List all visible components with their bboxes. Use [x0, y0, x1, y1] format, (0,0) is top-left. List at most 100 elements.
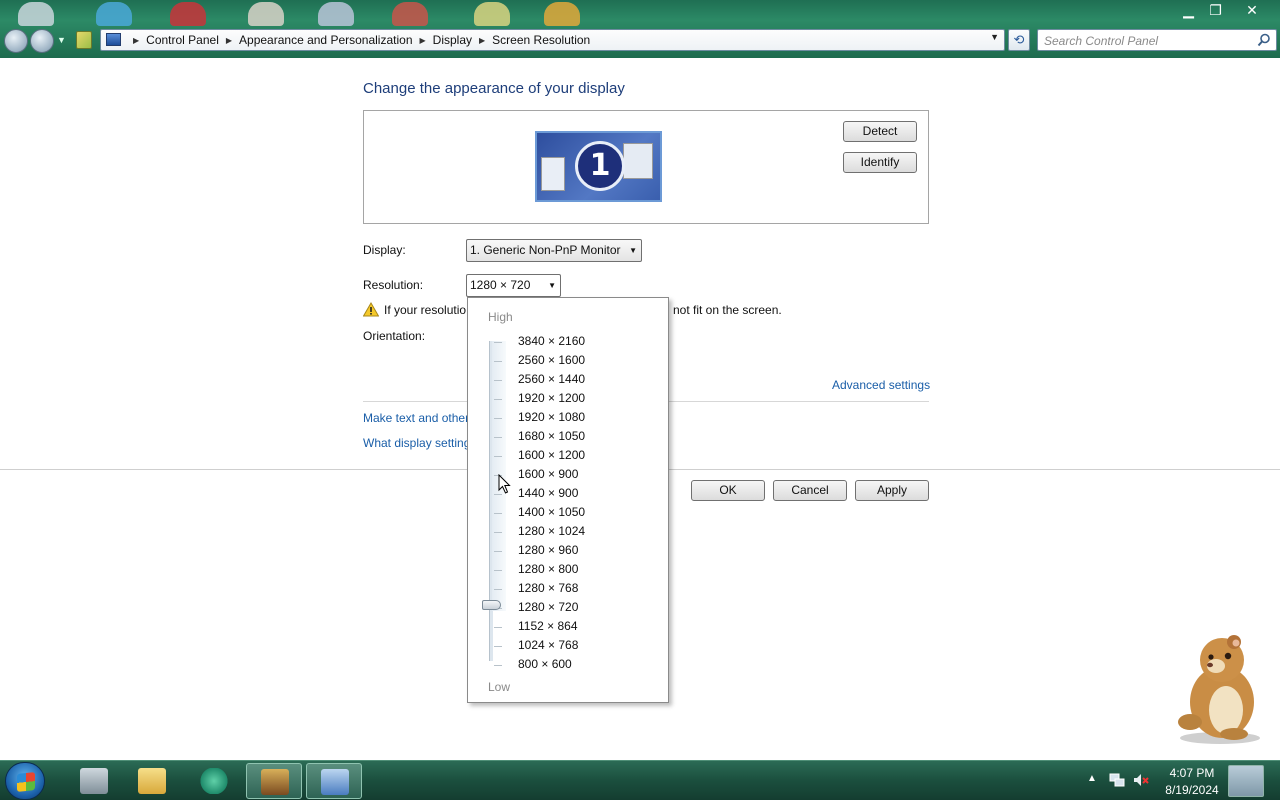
preview-window-icon [623, 143, 653, 179]
close-button[interactable]: ✕ [1229, 0, 1275, 20]
resolution-option[interactable]: 1152 × 864 [518, 619, 578, 633]
show-hidden-icons-icon[interactable]: ▲ [1087, 773, 1097, 784]
monitor-1-icon[interactable]: 1 [535, 131, 662, 202]
resolution-select[interactable]: 1280 × 720 ▼ [466, 274, 561, 297]
maximize-button[interactable]: ❐ [1202, 0, 1229, 20]
display-settings-icon [321, 769, 349, 795]
chevron-down-icon: ▼ [629, 246, 637, 255]
resolution-option[interactable]: 1280 × 768 [518, 581, 578, 595]
breadcrumb-appearance[interactable]: Appearance and Personalization [239, 33, 412, 47]
desktop-icon [474, 2, 510, 26]
chevron-down-icon: ▼ [548, 281, 556, 290]
make-text-larger-link[interactable]: Make text and other [363, 411, 469, 425]
breadcrumb-control-panel[interactable]: Control Panel [146, 33, 219, 47]
address-dropdown-icon[interactable]: ▼ [990, 32, 999, 42]
monitor-preview-area: 1 Detect Identify [363, 110, 929, 224]
display-select-value: 1. Generic Non-PnP Monitor [470, 243, 621, 257]
resolution-option[interactable]: 1600 × 1200 [518, 448, 585, 462]
slider-tick [494, 532, 502, 533]
taskbar-app-explorer[interactable] [124, 763, 180, 799]
back-button[interactable] [4, 29, 28, 53]
display-select[interactable]: 1. Generic Non-PnP Monitor ▼ [466, 239, 642, 262]
forward-button[interactable] [30, 29, 54, 53]
desktop-icon [96, 2, 132, 26]
resolution-select-value: 1280 × 720 [470, 278, 531, 292]
resolution-option[interactable]: 800 × 600 [518, 657, 572, 671]
resolution-label: Resolution: [363, 278, 424, 292]
resolution-option[interactable]: 1400 × 1050 [518, 505, 585, 519]
breadcrumb-arrow-icon[interactable]: ▶ [133, 36, 139, 45]
advanced-settings-link[interactable]: Advanced settings [832, 378, 930, 392]
show-desktop-button[interactable] [1228, 765, 1264, 797]
resolution-option[interactable]: 2560 × 1600 [518, 353, 585, 367]
desktop-icon [18, 2, 54, 26]
warning-icon [363, 302, 379, 317]
clock-date[interactable]: 8/19/2024 [1162, 783, 1222, 797]
minimize-button[interactable]: ▁ [1175, 0, 1202, 20]
detect-button[interactable]: Detect [843, 121, 917, 142]
snake-app-icon [200, 768, 228, 794]
page-title: Change the appearance of your display [363, 80, 625, 97]
slider-high-label: High [488, 310, 513, 324]
window-titlebar: ▁ ❐ ✕ ▼ ▶ Control Panel ▶ Appearance and… [0, 0, 1280, 58]
resolution-option[interactable]: 2560 × 1440 [518, 372, 585, 386]
breadcrumb-display[interactable]: Display [433, 33, 472, 47]
search-placeholder: Search Control Panel [1044, 34, 1159, 48]
resolution-option[interactable]: 1920 × 1080 [518, 410, 585, 424]
cancel-button[interactable]: Cancel [773, 480, 847, 501]
recent-pages-chevron-icon[interactable]: ▼ [57, 35, 66, 45]
clock-time[interactable]: 4:07 PM [1162, 766, 1222, 780]
refresh-icon[interactable]: ⟲ [1008, 29, 1030, 51]
resolution-warning-text: If your resolutio [384, 303, 467, 317]
monitor-number: 1 [575, 141, 625, 191]
slider-tick [494, 570, 502, 571]
computer-tool-icon [80, 768, 108, 794]
orientation-label: Orientation: [363, 329, 426, 343]
resolution-option[interactable]: 1024 × 768 [518, 638, 578, 652]
ok-button[interactable]: OK [691, 480, 765, 501]
desktop-icon [544, 2, 580, 26]
apply-button[interactable]: Apply [855, 480, 929, 501]
control-panel-icon [76, 31, 92, 49]
taskbar-app-screen-resolution[interactable] [306, 763, 362, 799]
resolution-option[interactable]: 3840 × 2160 [518, 334, 585, 348]
slider-tick [494, 494, 502, 495]
breadcrumb-arrow-icon[interactable]: ▶ [479, 36, 485, 45]
hamster-mascot-icon [1178, 635, 1260, 744]
mouse-cursor-icon [498, 474, 511, 494]
search-input[interactable]: Search Control Panel [1037, 29, 1277, 51]
breadcrumb-arrow-icon[interactable]: ▶ [420, 36, 426, 45]
game-box-icon [261, 769, 289, 795]
resolution-slider-thumb[interactable] [482, 600, 501, 610]
resolution-option[interactable]: 1920 × 1200 [518, 391, 585, 405]
slider-tick [494, 437, 502, 438]
volume-muted-icon[interactable] [1132, 771, 1150, 789]
address-bar[interactable]: ▶ Control Panel ▶ Appearance and Persona… [100, 29, 1005, 51]
start-orb-icon[interactable] [5, 762, 45, 800]
search-icon[interactable] [1257, 33, 1271, 47]
windows-logo-icon [17, 772, 35, 792]
resolution-option[interactable]: 1680 × 1050 [518, 429, 585, 443]
breadcrumb-screen-resolution[interactable]: Screen Resolution [492, 33, 590, 47]
slider-tick [494, 627, 502, 628]
slider-tick [494, 665, 502, 666]
taskbar: ▲ 4:07 PM 8/19/2024 [0, 760, 1280, 800]
resolution-option[interactable]: 1280 × 1024 [518, 524, 585, 538]
resolution-option[interactable]: 1280 × 720 [518, 600, 578, 614]
slider-tick [494, 646, 502, 647]
taskbar-app-snake[interactable] [186, 763, 242, 799]
desktop-icon [318, 2, 354, 26]
resolution-option[interactable]: 1600 × 900 [518, 467, 578, 481]
what-display-settings-link[interactable]: What display setting [363, 436, 470, 450]
resolution-option[interactable]: 1280 × 960 [518, 543, 578, 557]
resolution-warning-text-end: not fit on the screen. [673, 303, 782, 317]
resolution-slider-panel[interactable]: High 3840 × 2160 2560 × 1600 2560 × 1440 19… [467, 297, 669, 703]
resolution-option[interactable]: 1440 × 900 [518, 486, 578, 500]
identify-button[interactable]: Identify [843, 152, 917, 173]
desktop-icon [392, 2, 428, 26]
taskbar-app-computer-tool[interactable] [66, 763, 122, 799]
resolution-option[interactable]: 1280 × 800 [518, 562, 578, 576]
taskbar-app-game-box[interactable] [246, 763, 302, 799]
breadcrumb-arrow-icon[interactable]: ▶ [226, 36, 232, 45]
network-icon[interactable] [1108, 771, 1126, 789]
